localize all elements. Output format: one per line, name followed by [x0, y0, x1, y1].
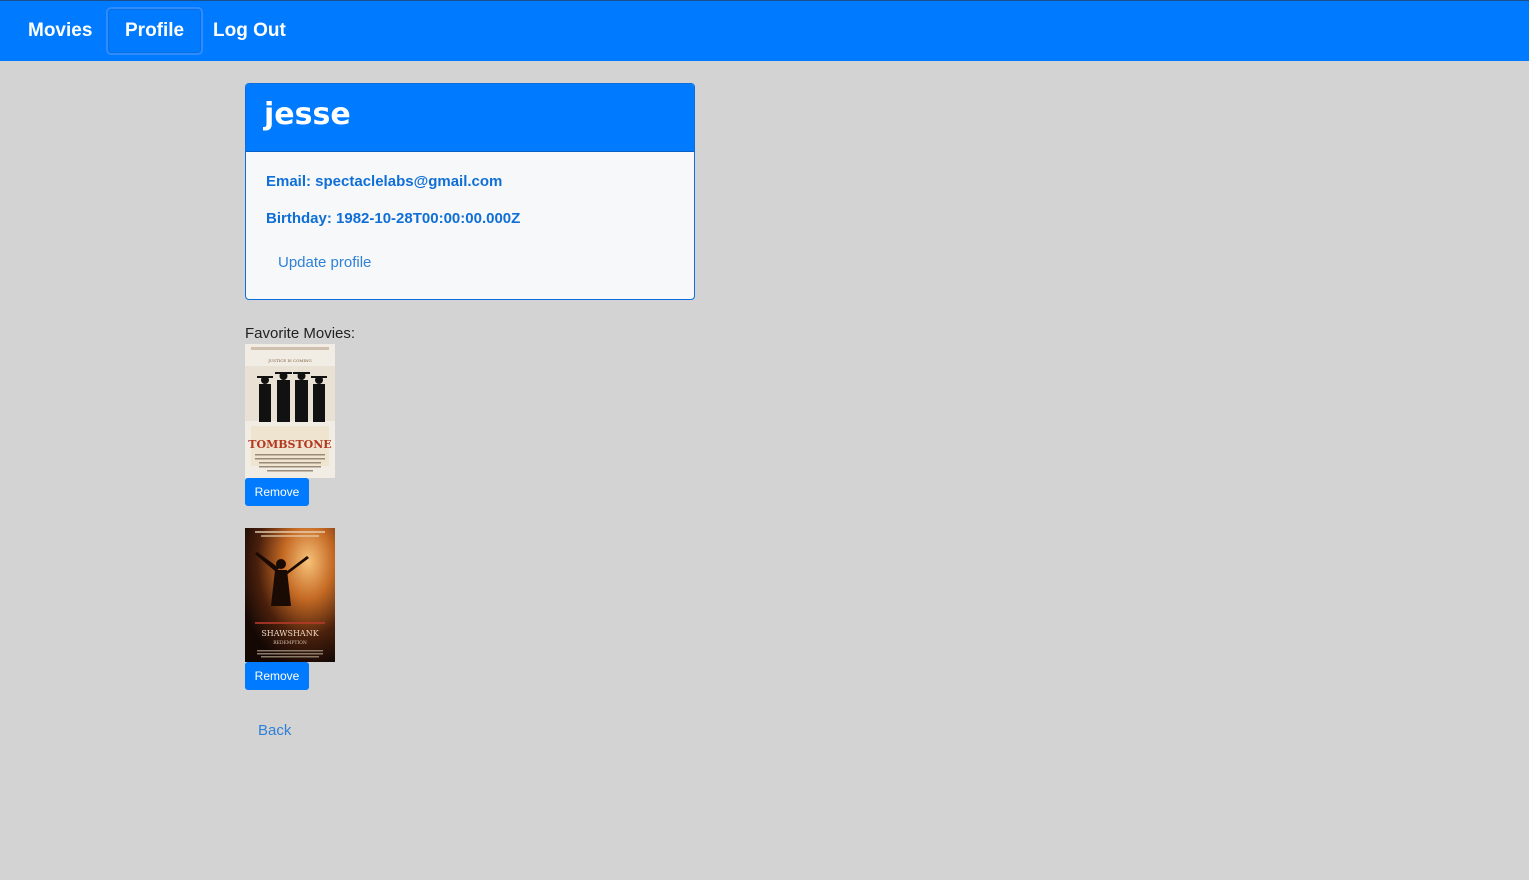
movie-poster-shawshank[interactable]: SHAWSHANK REDEMPTION	[245, 528, 335, 662]
poster-tagline: JUSTICE IS COMING	[267, 358, 312, 363]
back-link[interactable]: Back	[258, 722, 291, 739]
tombstone-poster-image: JUSTICE IS COMING TOMBSTONE	[245, 344, 335, 478]
profile-card: jesse Email: spectaclelabs@gmail.com Bir…	[245, 83, 695, 300]
nav-logout-link[interactable]: Log Out	[196, 7, 303, 55]
profile-card-header: jesse	[246, 84, 694, 152]
nav-movies-link[interactable]: Movies	[11, 7, 109, 55]
email-text: Email: spectaclelabs@gmail.com	[266, 173, 503, 190]
poster-title: SHAWSHANK	[261, 629, 319, 638]
remove-favorite-button[interactable]: Remove	[245, 478, 309, 506]
poster-title: TOMBSTONE	[248, 438, 331, 451]
remove-favorite-button[interactable]: Remove	[245, 662, 309, 690]
shawshank-poster-image: SHAWSHANK REDEMPTION	[245, 528, 335, 662]
update-profile-link[interactable]: Update profile	[278, 254, 371, 271]
nav-profile-link[interactable]: Profile	[106, 7, 204, 55]
top-navbar: Movies Profile Log Out	[0, 0, 1529, 61]
favorite-movies-label: Favorite Movies:	[245, 325, 356, 342]
poster-subtitle: REDEMPTION	[273, 640, 307, 646]
birthday-text: Birthday: 1982-10-28T00:00:00.000Z	[266, 210, 521, 227]
username-title: jesse	[264, 97, 351, 132]
movie-poster-tombstone[interactable]: JUSTICE IS COMING TOMBSTONE	[245, 344, 335, 478]
